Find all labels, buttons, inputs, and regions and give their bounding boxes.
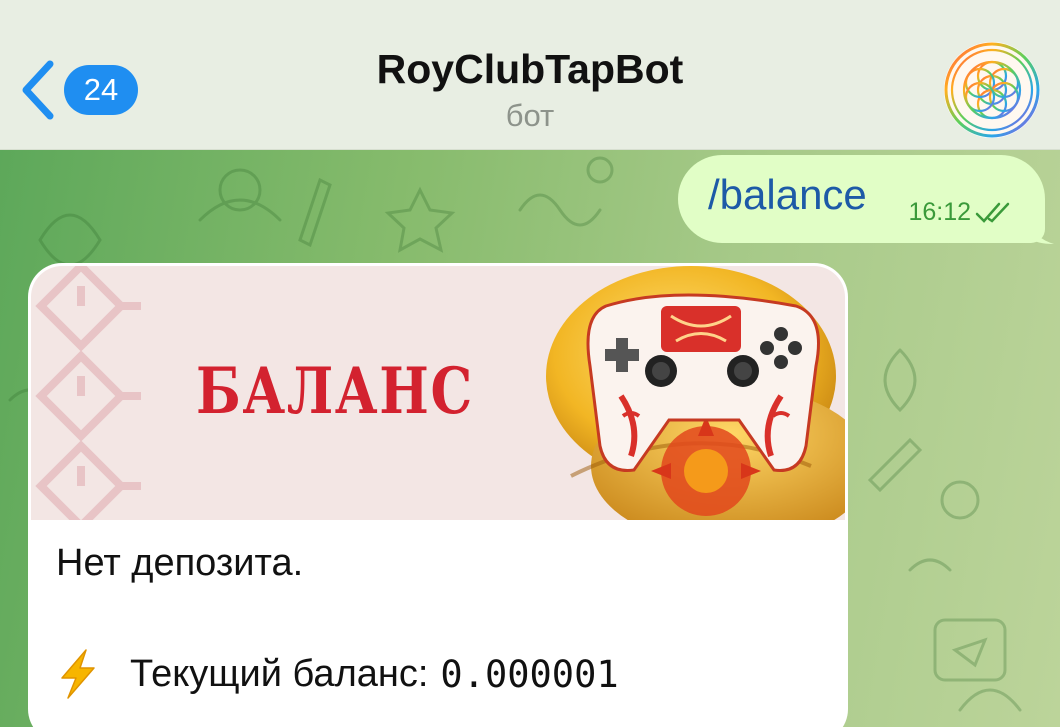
banner-title: БАЛАНС — [196, 354, 474, 429]
gamepad-coin-icon — [546, 266, 845, 520]
balance-value: 0.000001 — [440, 652, 619, 696]
incoming-message-card[interactable]: БАЛАНС Нет депозита. Текущий баланс: 0.0… — [28, 263, 848, 727]
bubble-tail — [1030, 222, 1054, 244]
bot-avatar[interactable] — [944, 42, 1040, 138]
outgoing-message-text: /balance — [708, 171, 867, 218]
message-meta: 16:12 — [908, 198, 1015, 227]
card-body: Нет депозита. Текущий баланс: 0.000001 — [28, 520, 848, 700]
message-time: 16:12 — [908, 198, 971, 226]
lightning-icon — [61, 649, 95, 699]
chat-subtitle: бот — [505, 98, 555, 133]
chat-title[interactable]: RoyClubTapBot — [0, 46, 1060, 93]
flower-of-life-logo-icon — [944, 42, 1040, 138]
balance-line: Текущий баланс: 0.000001 — [56, 648, 848, 700]
balance-label: Текущий баланс: — [130, 652, 429, 695]
double-check-icon — [975, 202, 1010, 223]
chat-header: 24 RoyClubTapBot бот — [0, 0, 1060, 150]
deposit-status-text: Нет депозита. — [56, 542, 304, 584]
outgoing-message-bubble[interactable]: /balance 16:12 — [678, 155, 1045, 243]
balance-banner-image: БАЛАНС — [31, 266, 845, 520]
